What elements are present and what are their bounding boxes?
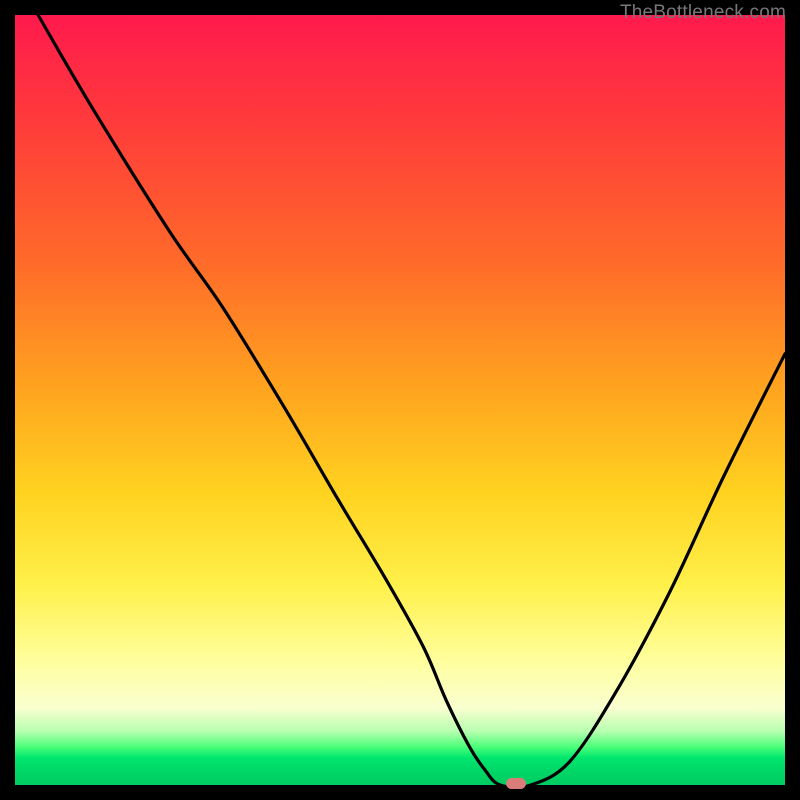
minimum-marker	[506, 778, 526, 789]
attribution-text: TheBottleneck.com	[620, 2, 786, 24]
chart-frame: TheBottleneck.com	[0, 0, 800, 800]
bottleneck-curve	[15, 15, 785, 785]
curve-line	[38, 15, 785, 787]
